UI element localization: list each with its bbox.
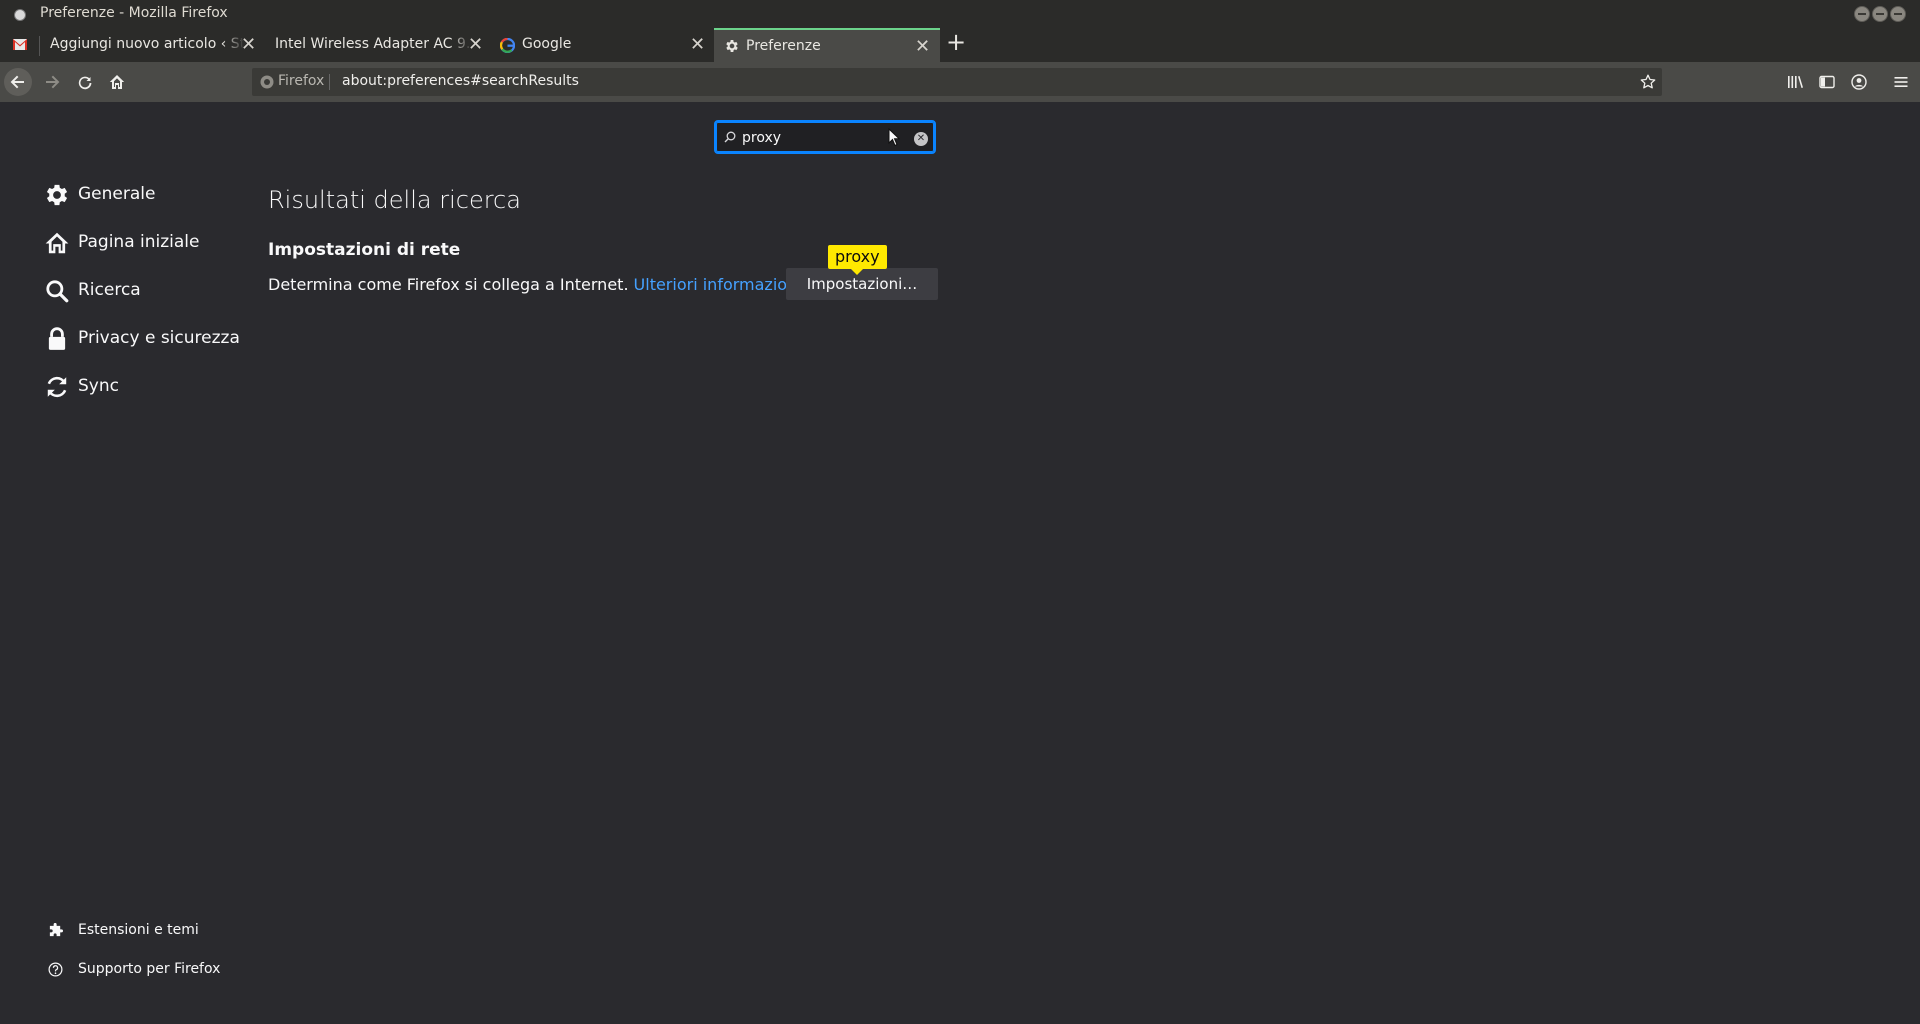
puzzle-icon [49,923,63,937]
bookmark-star-icon[interactable] [1640,74,1656,90]
maximize-icon[interactable] [1872,6,1888,22]
account-icon[interactable] [1851,74,1867,90]
identity-label[interactable]: Firefox [278,73,324,89]
window-title: Preferenze - Mozilla Firefox [40,5,228,21]
gmail-icon [13,39,27,50]
tab-label: Google [522,36,572,52]
tab-preferenze[interactable]: Preferenze ✕ [714,28,940,62]
mouse-pointer-icon [888,128,900,147]
new-tab-icon[interactable]: + [946,29,966,55]
category-label: Generale [78,184,156,204]
sync-icon [47,376,67,398]
tab-label: Preferenze [746,38,821,54]
close-tab-icon[interactable]: ✕ [690,34,705,55]
google-icon [500,38,515,53]
tab-label: Intel Wireless Adapter AC 9… [275,36,475,52]
footer-label: Supporto per Firefox [78,961,221,977]
search-results-title: Risultati della ricerca [268,186,521,214]
search-icon [46,280,69,303]
url-bar[interactable]: Firefox about:preferences#searchResults [252,68,1662,96]
library-icon[interactable] [1787,74,1804,90]
forward-arrow-icon[interactable] [44,74,60,90]
window-titlebar: Preferenze - Mozilla Firefox [0,0,1920,28]
minimize-icon[interactable] [1854,6,1870,22]
back-button[interactable] [4,68,32,96]
preferences-search-box[interactable]: ✕ [714,120,936,154]
help-icon [48,962,63,977]
lock-icon [48,327,66,350]
tab-google[interactable]: Google ✕ [490,28,712,62]
tab-strip: Aggiungi nuovo articolo ‹ Ste ✕ Intel Wi… [0,28,1920,62]
network-settings-description: Determina come Firefox si collega a Inte… [268,275,802,294]
category-label: Pagina iniziale [78,232,200,252]
app-menu-icon[interactable] [14,9,26,21]
firefox-icon [260,75,274,89]
url-text[interactable]: about:preferences#searchResults [342,73,579,89]
gear-icon [46,184,68,206]
back-arrow-icon [10,75,24,89]
category-label: Ricerca [78,280,141,300]
search-icon [724,131,736,143]
category-label: Privacy e sicurezza [78,328,240,348]
navigation-toolbar: Firefox about:preferences#searchResults [0,62,1920,102]
learn-more-link[interactable]: Ulteriori informazioni [634,275,802,294]
category-label: Sync [78,376,119,396]
tab-pinned-gmail[interactable] [0,28,40,62]
home-icon [45,232,69,254]
sidebar-icon[interactable] [1819,74,1835,90]
footer-label: Estensioni e temi [78,922,199,938]
tab-label: Aggiungi nuovo articolo ‹ Ste [50,36,250,52]
home-icon[interactable] [109,74,125,90]
urlbar-separator [329,74,330,90]
clear-search-icon[interactable]: ✕ [914,132,928,146]
tab-intel-wireless[interactable]: Intel Wireless Adapter AC 9… ✕ [258,28,490,62]
gear-icon [726,40,738,52]
close-tab-icon[interactable]: ✕ [915,36,930,57]
hamburger-menu-icon[interactable] [1893,74,1909,90]
close-window-icon[interactable] [1890,6,1906,22]
network-settings-heading: Impostazioni di rete [268,240,461,260]
tab-aggiungi-articolo[interactable]: Aggiungi nuovo articolo ‹ Ste ✕ [40,28,258,62]
close-tab-icon[interactable]: ✕ [241,34,256,55]
preferences-search-input[interactable] [742,128,902,148]
description-text: Determina come Firefox si collega a Inte… [268,275,629,294]
reload-icon[interactable] [77,74,93,90]
search-highlight-tooltip: proxy [828,245,887,275]
close-tab-icon[interactable]: ✕ [468,34,483,55]
